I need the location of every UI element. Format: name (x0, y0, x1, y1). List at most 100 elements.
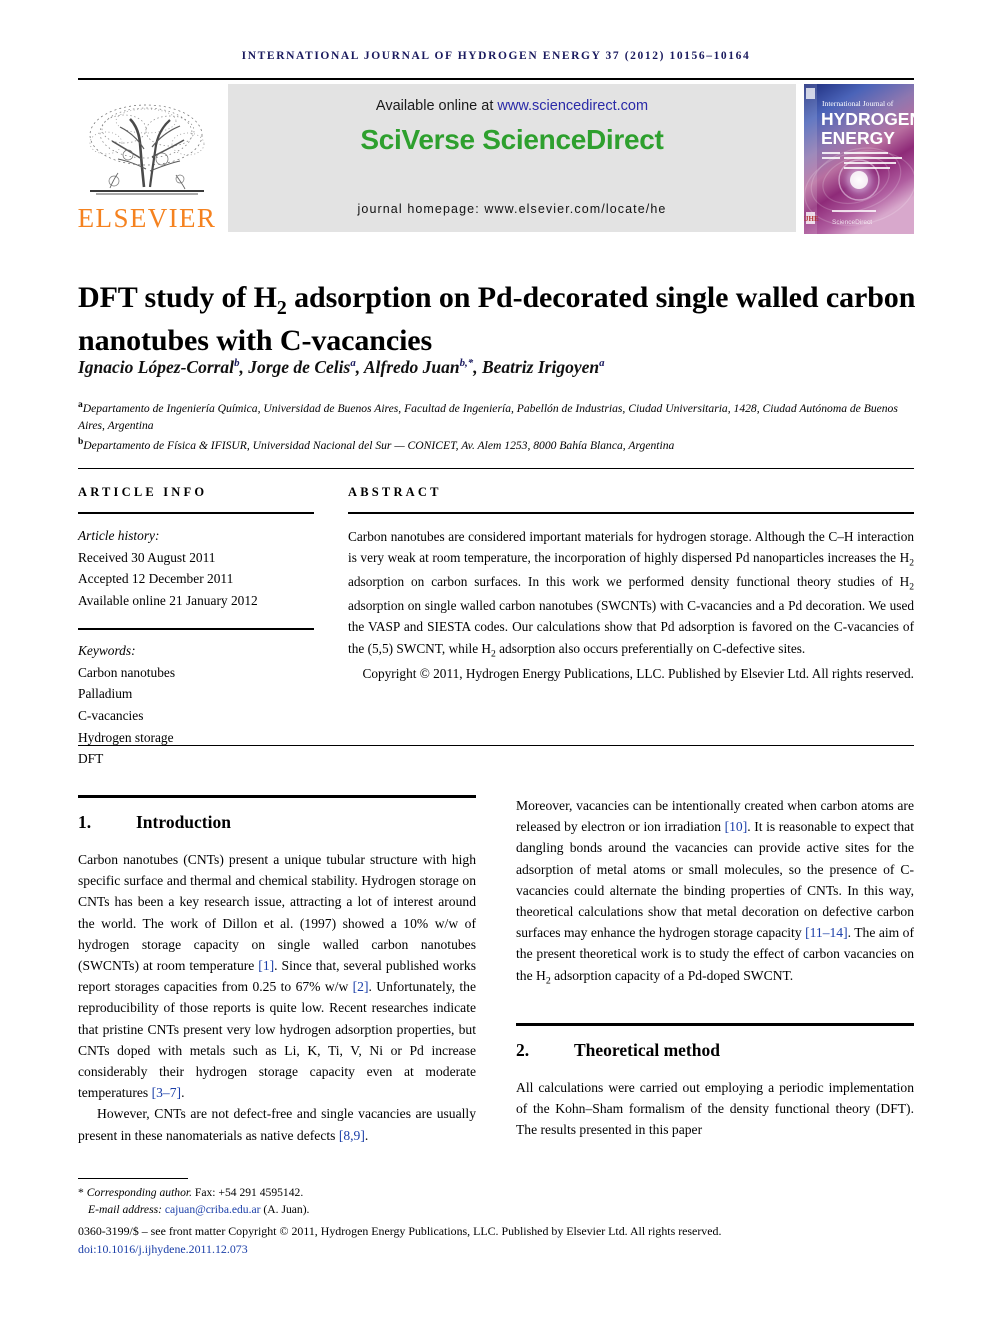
section-heading-theoretical-method: 2. Theoretical method (516, 1040, 914, 1061)
abstract-rule (348, 512, 914, 514)
article-info-column: Article info Article history: Received 3… (78, 485, 314, 770)
history-item: Accepted 12 December 2011 (78, 571, 234, 587)
affiliation-text: Departamento de Ingeniería Química, Univ… (78, 401, 898, 433)
abstract-part-4: adsorption also occurs preferentially on… (495, 640, 806, 656)
author-list: Ignacio López-Corralb, Jorge de Celisa, … (78, 357, 605, 377)
sciverse-sciencedirect-logo: SciVerse ScienceDirect (360, 124, 664, 155)
section-number: 2. (516, 1039, 530, 1060)
section-title: Introduction (136, 812, 231, 832)
elsevier-tree-logo (89, 104, 205, 195)
elsevier-wordmark: ELSEVIER (77, 203, 217, 233)
keyword-item: DFT (78, 751, 104, 767)
section-heading-introduction: 1. Introduction (78, 812, 476, 833)
intro-p3-d: adsorption capacity of a Pd-doped SWCNT. (550, 967, 794, 983)
author-name: Beatriz Irigoyen (481, 357, 600, 377)
citation-ref[interactable]: [3–7] (152, 1085, 181, 1100)
journal-cover-thumbnail: IJHE International Journal of HYDROGEN E… (802, 84, 922, 234)
asterisk-icon: * (78, 1186, 84, 1199)
email-label: E-mail address: (88, 1203, 165, 1217)
abstract-part-2: adsorption on carbon surfaces. In this w… (348, 574, 910, 590)
journal-homepage-line[interactable]: journal homepage: www.elsevier.com/locat… (228, 202, 796, 216)
running-head: International Journal of Hydrogen Energy… (241, 50, 751, 62)
body-column-right: Moreover, vacancies can be intentionally… (516, 795, 914, 1140)
svg-text:ScienceDirect: ScienceDirect (832, 219, 872, 226)
intro-paragraph-1: Carbon nanotubes (CNTs) present a unique… (78, 849, 476, 1103)
section-number: 1. (78, 812, 92, 832)
corresponding-author-line: * Corresponding author. Fax: +54 291 4595… (78, 1184, 478, 1201)
method-paragraph-1: All calculations were carried out employ… (516, 1079, 914, 1138)
sciencedirect-banner: Available online at www.sciencedirect.co… (228, 84, 796, 232)
title-subscript: 2 (276, 297, 287, 320)
abstract-copyright: Copyright © 2011, Hydrogen Energy Public… (362, 665, 914, 681)
keyword-item: Carbon nanotubes (78, 664, 176, 680)
article-history-label: Article history: (78, 528, 160, 543)
intro-paragraph-3: Moreover, vacancies can be intentionally… (516, 795, 914, 989)
author: Beatriz Irigoyena (482, 357, 605, 377)
email-suffix: (A. Juan). (260, 1203, 310, 1217)
cover-line3: ENERGY (821, 128, 895, 148)
imprint-block: 0360-3199/$ – see front matter Copyright… (78, 1222, 918, 1259)
masthead: ELSEVIER Available online at www.science… (78, 84, 922, 236)
abstract-text: Carbon nanotubes are considered importan… (348, 526, 914, 684)
intro-p2-b: . (364, 1127, 369, 1143)
intro-paragraph-2: However, CNTs are not defect-free and si… (78, 1103, 476, 1145)
author: Ignacio López-Corralb (78, 357, 239, 377)
keyword-item: C-vacancies (78, 707, 144, 723)
abstract-column: Abstract Carbon nanotubes are considered… (348, 485, 914, 684)
intro-p3-b: . It is reasonable to expect that dangli… (516, 819, 914, 941)
doi-link[interactable]: doi:10.1016/j.ijhydene.2011.12.073 (78, 1240, 918, 1258)
citation-ref[interactable]: [2] (353, 979, 369, 994)
affiliation-a: aDepartamento de Ingeniería Química, Uni… (78, 398, 918, 435)
imprint-copyright: 0360-3199/$ – see front matter Copyright… (78, 1224, 722, 1238)
elsevier-logo-block: ELSEVIER (78, 84, 216, 236)
abstract-heading: Abstract (348, 485, 442, 499)
author-name: Alfredo Juan (363, 357, 460, 377)
body-column-left: 1. Introduction Carbon nanotubes (CNTs) … (78, 795, 476, 1146)
cover-line2: HYDROGEN (821, 109, 914, 129)
cover-line1: International Journal of (822, 99, 894, 108)
sciencedirect-url-link[interactable]: www.sciencedirect.com (497, 98, 648, 114)
author: Jorge de Celisa (248, 357, 356, 377)
intro-p2-a: However, CNTs are not defect-free and si… (78, 1106, 476, 1143)
citation-ref[interactable]: [8,9] (339, 1128, 365, 1143)
history-item: Available online 21 January 2012 (78, 593, 258, 609)
section-rule-theoretical-method (516, 1022, 914, 1026)
author-name: Jorge de Celis (248, 357, 351, 377)
section-title: Theoretical method (574, 1039, 720, 1060)
keywords-rule (78, 627, 314, 630)
intro-p1-d: . (181, 1085, 185, 1101)
email-link[interactable]: cajuan@criba.edu.ar (165, 1203, 261, 1216)
citation-ref[interactable]: [1] (258, 958, 274, 973)
author-affil-mark: b (234, 357, 240, 370)
corresponding-author-fax: Fax: +54 291 4595142. (192, 1186, 304, 1199)
author-affil-mark: a (350, 357, 356, 370)
email-line: E-mail address: cajuan@criba.edu.ar (A. … (78, 1201, 478, 1218)
title-part-1: DFT study of H (78, 281, 277, 315)
keywords-label: Keywords: (78, 642, 136, 658)
affiliation-text: Departamento de Física & IFISUR, Univers… (83, 438, 675, 452)
header-rule (78, 78, 914, 80)
available-online-prefix: Available online at (375, 98, 498, 114)
page-title: DFT study of H2 adsorption on Pd-decorat… (78, 278, 918, 361)
intro-p1-a: Carbon nanotubes (CNTs) present a unique… (78, 852, 476, 974)
corresponding-author-label: Corresponding author. (86, 1186, 193, 1199)
abstract-subscript: 2 (909, 581, 914, 593)
abstract-part-1: Carbon nanotubes are considered importan… (348, 529, 914, 566)
corresponding-author-footnote: * Corresponding author. Fax: +54 291 4595… (78, 1178, 478, 1218)
article-history: Article history: Received 30 August 2011… (78, 525, 314, 612)
abstract-block-bottom-rule (78, 745, 914, 746)
affiliation-b: bDepartamento de Física & IFISUR, Univer… (78, 435, 918, 454)
footnote-rule (78, 1178, 188, 1179)
author: Alfredo Juanb,* (364, 357, 473, 377)
section-rule-introduction (78, 795, 476, 798)
abstract-subscript: 2 (909, 557, 914, 569)
citation-ref[interactable]: [11–14] (805, 925, 848, 940)
svg-text:IJHE: IJHE (804, 215, 819, 223)
title-part-2: adsorption on Pd-decorated single walled (286, 281, 819, 315)
affiliation-list: aDepartamento de Ingeniería Química, Uni… (78, 398, 918, 455)
author-name: Ignacio López-Corral (78, 357, 235, 377)
abstract-block-top-rule (78, 468, 914, 469)
citation-ref[interactable]: [10] (725, 819, 748, 834)
article-info-rule (78, 512, 314, 514)
